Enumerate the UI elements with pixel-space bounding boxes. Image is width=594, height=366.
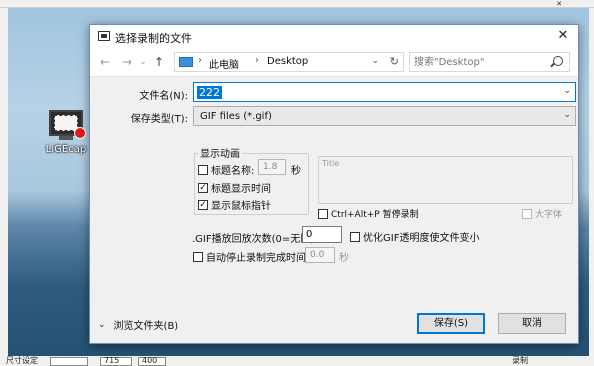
title-duration-unit: 秒 — [291, 166, 301, 177]
save-type-value: GIF files (*.gif) — [200, 111, 272, 122]
save-type-label: 保存类型(T): — [130, 114, 188, 125]
chevron-down-icon[interactable]: ⌄ — [371, 56, 379, 66]
licecap-app-icon — [49, 110, 86, 139]
background-bottom-bar: 尺寸设定 715 400 录制 — [0, 356, 594, 366]
up-arrow-icon[interactable]: ↑ — [152, 54, 166, 70]
checkbox-box[interactable]: ✓ — [198, 199, 208, 210]
refresh-icon[interactable]: ↻ — [390, 55, 399, 68]
size-setting-label: 尺寸设定 — [6, 356, 38, 365]
save-type-select[interactable]: GIF files (*.gif) ⌄ — [193, 106, 576, 126]
background-window-titlebar: ✕ — [0, 0, 594, 8]
checkbox-box[interactable]: ✓ — [198, 182, 208, 193]
background-window-right-edge — [589, 8, 594, 358]
chevron-down-icon[interactable]: ⌄ — [563, 110, 571, 120]
loop-count-label: .GIF播放回放次数(0=无限): — [192, 234, 318, 245]
background-window-left-edge — [0, 8, 8, 358]
file-name-value: 222 — [197, 86, 222, 99]
file-name-input[interactable]: 222 ⌄ — [193, 82, 576, 102]
width-input[interactable] — [50, 357, 88, 366]
save-file-dialog: 选择录制的文件 ✕ ← → ⌄ ↑ › 此电脑 › Desktop ⌄ ↻ 文件… — [89, 24, 579, 344]
auto-stop-checkbox[interactable]: 自动停止录制完成时间: — [193, 249, 309, 264]
search-icon[interactable] — [553, 56, 563, 66]
title-duration-input[interactable]: 1.8 — [258, 159, 286, 175]
large-font-label: 大字体 — [535, 210, 563, 220]
address-bar[interactable]: › 此电脑 › Desktop ⌄ ↻ — [174, 52, 404, 72]
display-animation-group: 显示动画 标题名称: 1.8 秒 ✓ 标题显示时间 ✓ 显示鼠标指针 — [194, 145, 309, 215]
breadcrumb-this-pc[interactable]: 此电脑 — [209, 56, 239, 71]
show-title-time-checkbox[interactable]: ✓ 标题显示时间 — [198, 180, 271, 195]
auto-stop-label: 自动停止录制完成时间: — [206, 253, 310, 264]
this-pc-icon — [179, 57, 193, 67]
back-arrow-icon[interactable]: ← — [98, 54, 112, 70]
dialog-titlebar: 选择录制的文件 ✕ — [90, 25, 578, 47]
forward-arrow-icon[interactable]: → — [120, 54, 134, 70]
title-name-checkbox[interactable]: 标题名称: — [198, 162, 254, 177]
search-input[interactable] — [414, 55, 544, 69]
title-placeholder: Title — [322, 159, 340, 168]
height-value: 400 — [142, 356, 158, 365]
record-dot-icon — [74, 127, 86, 139]
checkbox-box[interactable] — [318, 208, 328, 219]
breadcrumb-desktop[interactable]: Desktop — [267, 56, 308, 67]
show-cursor-label: 显示鼠标指针 — [211, 201, 271, 212]
title-name-label: 标题名称: — [211, 166, 255, 177]
background-close-icon[interactable]: ✕ — [548, 0, 570, 8]
chevron-down-icon[interactable]: ⌄ — [98, 320, 106, 330]
file-name-label: 文件名(N): — [139, 91, 188, 102]
dialog-title: 选择录制的文件 — [115, 32, 192, 45]
chevron-right-icon[interactable]: › — [198, 55, 202, 66]
checkbox-box[interactable] — [350, 231, 360, 242]
pause-hotkey-label: Ctrl+Alt+P 暂停录制 — [331, 210, 419, 220]
title-text-area[interactable]: Title — [318, 156, 573, 204]
save-button[interactable]: 保存(S) — [417, 313, 485, 334]
optimize-gif-checkbox[interactable]: 优化GIF透明度使文件变小 — [350, 229, 479, 244]
pause-hotkey-checkbox[interactable]: Ctrl+Alt+P 暂停录制 — [318, 207, 419, 220]
checkbox-box[interactable] — [198, 164, 208, 175]
record-button[interactable]: 录制 — [512, 356, 528, 366]
chevron-right-icon[interactable]: › — [255, 55, 259, 66]
loop-count-input[interactable]: 0 — [302, 226, 342, 243]
desktop-icon-licecap[interactable]: LiGEcap — [44, 110, 88, 155]
display-animation-title: 显示动画 — [198, 145, 242, 160]
checkbox-box[interactable] — [522, 208, 532, 219]
recent-locations-chevron-icon[interactable]: ⌄ — [138, 54, 148, 70]
desktop-icon-label: LiGEcap — [45, 144, 87, 155]
width-value: 715 — [104, 356, 120, 365]
navigation-bar: ← → ⌄ ↑ › 此电脑 › Desktop ⌄ ↻ — [90, 47, 578, 77]
show-title-time-label: 标题显示时间 — [211, 184, 271, 195]
auto-stop-time-input[interactable]: 0.0 — [305, 247, 335, 263]
large-font-checkbox[interactable]: 大字体 — [522, 207, 562, 220]
show-cursor-checkbox[interactable]: ✓ 显示鼠标指针 — [198, 197, 271, 212]
browse-folders-label: 浏览文件夹(B) — [113, 321, 179, 332]
optimize-gif-label: 优化GIF透明度使文件变小 — [363, 233, 480, 244]
dialog-app-icon — [98, 31, 110, 41]
chevron-down-icon[interactable]: ⌄ — [563, 86, 571, 96]
auto-stop-unit: 秒 — [339, 253, 349, 264]
browse-folders-toggle[interactable]: ⌄ 浏览文件夹(B) — [98, 317, 179, 333]
checkbox-box[interactable] — [193, 251, 203, 262]
search-box[interactable] — [409, 52, 570, 72]
cancel-button[interactable]: 取消 — [498, 313, 566, 334]
close-icon[interactable]: ✕ — [554, 27, 572, 45]
